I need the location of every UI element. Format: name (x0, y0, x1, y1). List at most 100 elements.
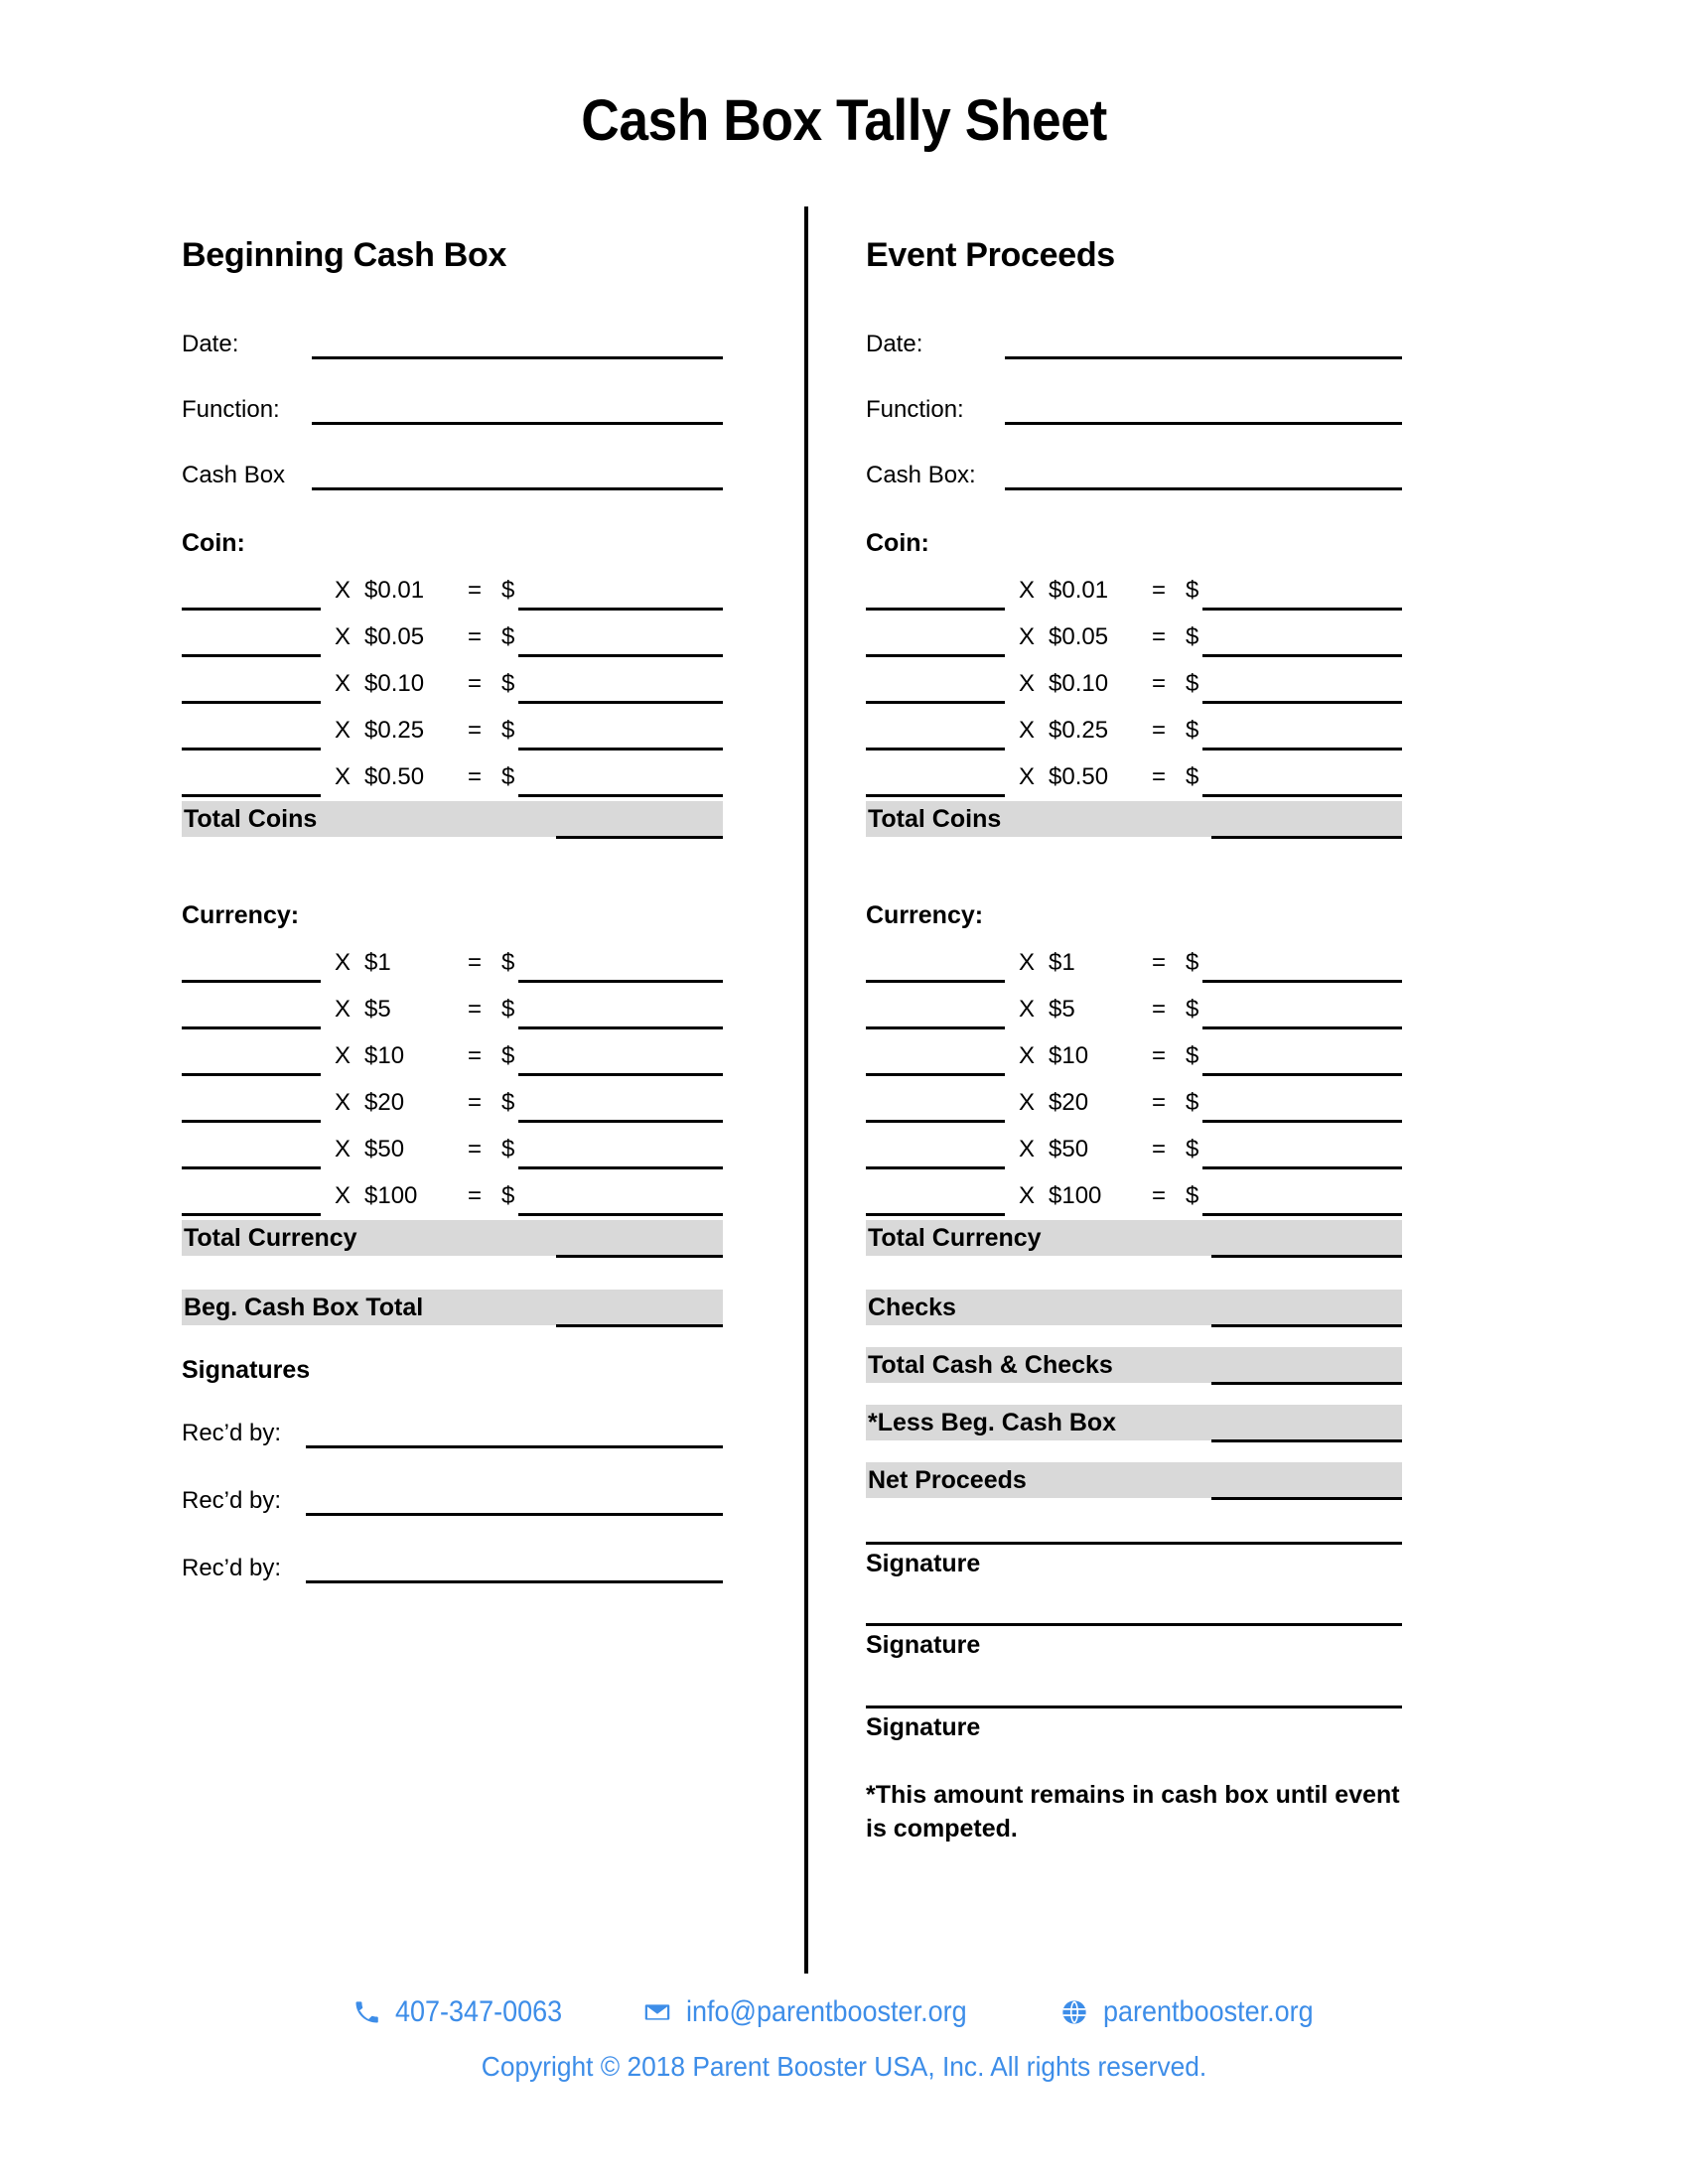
left-coin-count-005[interactable] (182, 618, 321, 657)
left-currency-count-1[interactable] (182, 944, 321, 983)
right-coin-dollar-025: $ (1186, 717, 1199, 744)
right-currency-amount-10[interactable] (1202, 1037, 1402, 1076)
right-currency-amount-20[interactable] (1202, 1084, 1402, 1123)
right-signature-caption-3: Signature (866, 1712, 981, 1741)
left-currency-equals-1: = (468, 949, 483, 976)
right-coin-amount-025[interactable] (1202, 712, 1402, 751)
less-beg-cash-box-value-line[interactable] (1211, 1439, 1402, 1442)
left-currency-dollar-100: $ (501, 1182, 515, 1209)
left-currency-count-100[interactable] (182, 1177, 321, 1216)
right-currency-amount-5[interactable] (1202, 991, 1402, 1029)
right-total-coins-value-line[interactable] (1211, 836, 1402, 839)
right-currency-count-1[interactable] (866, 944, 1005, 983)
right-currency-equals-100: = (1152, 1182, 1167, 1209)
right-coin-denom-010: $0.10 (1049, 670, 1109, 697)
footer-phone[interactable]: 407-347-0063 (352, 1995, 581, 2029)
left-recd-by-label-1: Rec’d by: (182, 1420, 282, 1446)
right-currency-count-10[interactable] (866, 1037, 1005, 1076)
total-cash-and-checks-value-line[interactable] (1211, 1382, 1402, 1385)
right-coin-count-010[interactable] (866, 665, 1005, 704)
left-recd-by-line-1[interactable] (306, 1420, 723, 1448)
right-currency-amount-50[interactable] (1202, 1131, 1402, 1169)
left-currency-count-50[interactable] (182, 1131, 321, 1169)
left-currency-amount-20[interactable] (518, 1084, 723, 1123)
left-coin-amount-025[interactable] (518, 712, 723, 751)
left-total-coins-bar: Total Coins (182, 801, 723, 839)
left-total-coins-value-line[interactable] (556, 836, 723, 839)
right-coin-count-001[interactable] (866, 572, 1005, 611)
right-coin-count-050[interactable] (866, 758, 1005, 797)
footer-website-text: parentbooster.org (1102, 1995, 1314, 2028)
left-coin-denom-010: $0.10 (364, 670, 425, 697)
left-currency-amount-100[interactable] (518, 1177, 723, 1216)
right-total-currency-value-line[interactable] (1211, 1255, 1402, 1258)
right-currency-count-20[interactable] (866, 1084, 1005, 1123)
left-currency-amount-5[interactable] (518, 991, 723, 1029)
left-currency-amount-50[interactable] (518, 1131, 723, 1169)
right-signature-block-2: Signature (866, 1623, 1402, 1661)
left-coin-amount-005[interactable] (518, 618, 723, 657)
left-coin-count-050[interactable] (182, 758, 321, 797)
right-currency-multiply-10: X (1018, 1042, 1035, 1069)
left-currency-denom-1: $1 (364, 949, 391, 976)
right-cashbox-input-line[interactable] (1005, 462, 1402, 490)
left-cashbox-label: Cash Box (182, 462, 286, 488)
right-column-heading: Event Proceeds (866, 236, 1115, 274)
right-coin-equals-025: = (1152, 717, 1167, 744)
right-currency-count-50[interactable] (866, 1131, 1005, 1169)
right-currency-amount-1[interactable] (1202, 944, 1402, 983)
left-currency-multiply-10: X (334, 1042, 351, 1069)
left-currency-count-5[interactable] (182, 991, 321, 1029)
left-total-currency-value-line[interactable] (556, 1255, 723, 1258)
right-coin-row-005: X $0.05 = $ (866, 611, 1402, 657)
right-currency-dollar-1: $ (1186, 949, 1199, 976)
left-coin-amount-001[interactable] (518, 572, 723, 611)
right-currency-multiply-1: X (1018, 949, 1035, 976)
left-coin-count-010[interactable] (182, 665, 321, 704)
left-date-input-line[interactable] (312, 331, 723, 359)
left-currency-amount-10[interactable] (518, 1037, 723, 1076)
right-coin-amount-005[interactable] (1202, 618, 1402, 657)
left-coin-equals-005: = (468, 623, 483, 650)
right-coin-amount-050[interactable] (1202, 758, 1402, 797)
right-date-field-row: Date: (866, 314, 1402, 359)
right-coin-count-005[interactable] (866, 618, 1005, 657)
right-currency-count-100[interactable] (866, 1177, 1005, 1216)
right-currency-count-5[interactable] (866, 991, 1005, 1029)
right-date-input-line[interactable] (1005, 331, 1402, 359)
net-proceeds-label: Net Proceeds (868, 1465, 1027, 1494)
left-recd-by-line-3[interactable] (306, 1555, 723, 1583)
net-proceeds-value-line[interactable] (1211, 1497, 1402, 1500)
right-coin-amount-001[interactable] (1202, 572, 1402, 611)
left-currency-dollar-5: $ (501, 996, 515, 1023)
footer-email[interactable]: info@parentbooster.org (642, 1995, 998, 2029)
right-currency-row-5: X $5 = $ (866, 983, 1402, 1029)
left-beg-cash-box-total-bar: Beg. Cash Box Total (182, 1290, 723, 1327)
right-currency-amount-100[interactable] (1202, 1177, 1402, 1216)
left-currency-count-20[interactable] (182, 1084, 321, 1123)
phone-icon (352, 1997, 381, 2027)
left-coin-dollar-001: $ (501, 577, 515, 604)
left-beg-cash-box-total-value-line[interactable] (556, 1324, 723, 1327)
left-recd-by-line-2[interactable] (306, 1487, 723, 1516)
right-currency-equals-10: = (1152, 1042, 1167, 1069)
left-coin-count-001[interactable] (182, 572, 321, 611)
left-currency-amount-1[interactable] (518, 944, 723, 983)
left-currency-equals-20: = (468, 1089, 483, 1116)
right-currency-row-20: X $20 = $ (866, 1076, 1402, 1123)
footer-website[interactable]: parentbooster.org (1059, 1995, 1336, 2029)
left-coin-count-025[interactable] (182, 712, 321, 751)
right-coin-count-025[interactable] (866, 712, 1005, 751)
left-function-input-line[interactable] (312, 396, 723, 425)
left-currency-count-10[interactable] (182, 1037, 321, 1076)
right-currency-denom-50: $50 (1049, 1136, 1089, 1162)
left-coin-denom-001: $0.01 (364, 577, 425, 604)
right-currency-multiply-100: X (1018, 1182, 1035, 1209)
left-coin-amount-050[interactable] (518, 758, 723, 797)
checks-value-line[interactable] (1211, 1324, 1402, 1327)
left-coin-amount-010[interactable] (518, 665, 723, 704)
right-coin-amount-010[interactable] (1202, 665, 1402, 704)
left-cashbox-input-line[interactable] (312, 462, 723, 490)
right-function-input-line[interactable] (1005, 396, 1402, 425)
